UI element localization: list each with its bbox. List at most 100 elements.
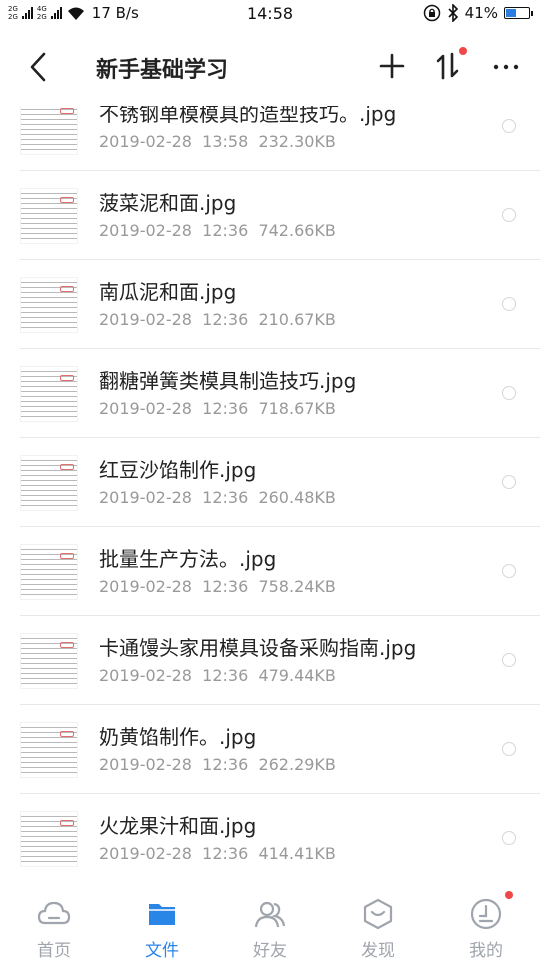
- file-meta: 2019-02-28 12:36 742.66KB: [99, 221, 336, 240]
- rotation-lock-icon: [423, 4, 440, 22]
- nav-friends-label: 好友: [253, 941, 287, 961]
- stamp-icon: [60, 820, 74, 826]
- file-row[interactable]: 红豆沙馅制作.jpg 2019-02-28 12:36 260.48KB: [0, 438, 540, 527]
- file-size: 260.48KB: [258, 488, 336, 507]
- friends-icon: [254, 901, 286, 928]
- file-time: 12:36: [202, 488, 249, 507]
- file-date: 2019-02-28: [99, 221, 192, 240]
- select-radio[interactable]: [502, 386, 516, 400]
- file-thumbnail: [20, 544, 78, 600]
- file-meta: 2019-02-28 12:36 260.48KB: [99, 488, 336, 507]
- file-thumbnail: [20, 811, 78, 867]
- file-row[interactable]: 翻糖弹簧类模具制造技巧.jpg 2019-02-28 12:36 718.67KB: [0, 349, 540, 438]
- status-right: 41%: [423, 4, 533, 22]
- file-meta: 2019-02-28 13:58 232.30KB: [99, 132, 336, 151]
- file-row[interactable]: 批量生产方法。.jpg 2019-02-28 12:36 758.24KB: [0, 527, 540, 616]
- stamp-icon: [60, 553, 74, 559]
- select-radio[interactable]: [502, 564, 516, 578]
- file-name: 红豆沙馅制作.jpg: [99, 458, 257, 482]
- discover-icon: [363, 898, 393, 930]
- nav-discover[interactable]: 发现: [324, 882, 432, 961]
- file-time: 12:36: [202, 666, 249, 685]
- profile-badge: [505, 891, 513, 899]
- nav-home-label: 首页: [37, 941, 71, 961]
- file-size: 742.66KB: [258, 221, 336, 240]
- file-size: 262.29KB: [258, 755, 336, 774]
- back-icon: [30, 52, 46, 82]
- file-size: 718.67KB: [258, 399, 336, 418]
- file-thumbnail: [20, 366, 78, 422]
- file-meta: 2019-02-28 12:36 414.41KB: [99, 844, 336, 863]
- file-time: 12:36: [202, 310, 249, 329]
- file-name: 奶黄馅制作。.jpg: [99, 725, 257, 749]
- file-thumbnail: [20, 455, 78, 511]
- file-time: 12:36: [202, 844, 249, 863]
- nav-files[interactable]: 文件: [108, 882, 216, 961]
- nav-files-label: 文件: [145, 941, 179, 961]
- nav-home[interactable]: 首页: [0, 882, 108, 961]
- cloud-icon: [37, 901, 71, 925]
- bluetooth-icon: [448, 4, 458, 22]
- nav-profile[interactable]: 我的: [432, 882, 540, 961]
- file-row[interactable]: 菠菜泥和面.jpg 2019-02-28 12:36 742.66KB: [0, 171, 540, 260]
- file-time: 12:36: [202, 755, 249, 774]
- more-button[interactable]: [488, 48, 524, 84]
- stamp-icon: [60, 286, 74, 292]
- file-row[interactable]: 奶黄馅制作。.jpg 2019-02-28 12:36 262.29KB: [0, 705, 540, 794]
- file-meta: 2019-02-28 12:36 210.67KB: [99, 310, 336, 329]
- file-meta: 2019-02-28 12:36 758.24KB: [99, 577, 336, 596]
- nav-profile-label: 我的: [469, 941, 503, 961]
- file-name: 翻糖弹簧类模具制造技巧.jpg: [99, 369, 357, 393]
- select-radio[interactable]: [502, 119, 516, 133]
- file-thumbnail: [20, 722, 78, 778]
- battery-percent: 41%: [464, 4, 498, 22]
- file-row[interactable]: 不锈钢单模模具的造型技巧。.jpg 2019-02-28 13:58 232.30…: [0, 106, 540, 171]
- plus-icon: [379, 53, 405, 79]
- file-thumbnail: [20, 106, 78, 155]
- select-radio[interactable]: [502, 742, 516, 756]
- select-radio[interactable]: [502, 653, 516, 667]
- file-meta: 2019-02-28 12:36 479.44KB: [99, 666, 336, 685]
- file-list[interactable]: 不锈钢单模模具的造型技巧。.jpg 2019-02-28 13:58 232.30…: [0, 106, 540, 882]
- sort-button[interactable]: [430, 47, 467, 84]
- file-name: 卡通馒头家用模具设备采购指南.jpg: [99, 636, 417, 660]
- file-thumbnail: [20, 188, 78, 244]
- file-name: 不锈钢单模模具的造型技巧。.jpg: [99, 106, 397, 126]
- file-date: 2019-02-28: [99, 755, 192, 774]
- profile-icon: [470, 898, 502, 930]
- add-button[interactable]: [374, 48, 410, 84]
- stamp-icon: [60, 731, 74, 737]
- nav-friends[interactable]: 好友: [216, 882, 324, 961]
- file-size: 210.67KB: [258, 310, 336, 329]
- select-radio[interactable]: [502, 475, 516, 489]
- file-row[interactable]: 火龙果汁和面.jpg 2019-02-28 12:36 414.41KB: [0, 794, 540, 882]
- file-date: 2019-02-28: [99, 577, 192, 596]
- file-date: 2019-02-28: [99, 488, 192, 507]
- select-radio[interactable]: [502, 831, 516, 845]
- select-radio[interactable]: [502, 297, 516, 311]
- nav-discover-label: 发现: [361, 941, 395, 961]
- file-time: 12:36: [202, 577, 249, 596]
- back-button[interactable]: [24, 50, 54, 84]
- more-icon: [493, 64, 519, 70]
- file-date: 2019-02-28: [99, 844, 192, 863]
- file-date: 2019-02-28: [99, 310, 192, 329]
- file-name: 南瓜泥和面.jpg: [99, 280, 237, 304]
- battery-icon: [504, 7, 533, 19]
- file-row[interactable]: 南瓜泥和面.jpg 2019-02-28 12:36 210.67KB: [0, 260, 540, 349]
- file-time: 13:58: [202, 132, 249, 151]
- file-name: 菠菜泥和面.jpg: [99, 191, 237, 215]
- file-meta: 2019-02-28 12:36 718.67KB: [99, 399, 336, 418]
- status-bar: 2G 2G 4G 2G 17 B/s 14:58 41%: [0, 0, 540, 28]
- stamp-icon: [60, 375, 74, 381]
- stamp-icon: [60, 108, 74, 114]
- file-row[interactable]: 卡通馒头家用模具设备采购指南.jpg 2019-02-28 12:36 479.4…: [0, 616, 540, 705]
- file-date: 2019-02-28: [99, 132, 192, 151]
- page-title: 新手基础学习: [96, 58, 229, 83]
- select-radio[interactable]: [502, 208, 516, 222]
- file-time: 12:36: [202, 221, 249, 240]
- file-size: 232.30KB: [258, 132, 336, 151]
- file-size: 758.24KB: [258, 577, 336, 596]
- stamp-icon: [60, 642, 74, 648]
- stamp-icon: [60, 197, 74, 203]
